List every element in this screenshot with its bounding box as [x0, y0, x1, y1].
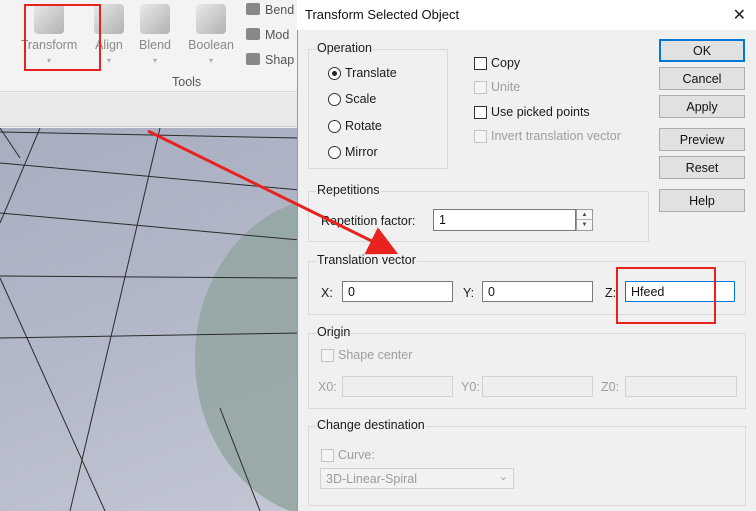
modify-icon [246, 28, 260, 40]
translation-x-input[interactable] [342, 281, 453, 302]
radio-mirror-label: Mirror [345, 145, 378, 159]
origin-group-title: Origin [316, 325, 352, 339]
shape-icon [246, 53, 260, 65]
curve-select-value: 3D-Linear-Spiral [326, 472, 418, 486]
y-label: Y: [463, 286, 475, 300]
radio-rotate-label: Rotate [345, 119, 382, 133]
checkbox-icon [321, 448, 334, 462]
bend-icon [246, 3, 260, 15]
repetition-factor-label: Repetition factor: [321, 214, 416, 228]
radio-icon [328, 119, 341, 133]
radio-translate-label: Translate [345, 66, 397, 80]
chevron-down-icon: ▾ [208, 56, 213, 65]
shape-center-checkbox[interactable]: Shape center [321, 348, 412, 362]
3d-viewport[interactable] [0, 128, 300, 511]
checkbox-icon [474, 105, 487, 119]
modify-tool[interactable]: Mod [246, 28, 289, 42]
origin-z0-input[interactable] [625, 376, 737, 397]
spin-up-icon[interactable]: ▲ [577, 210, 592, 220]
checkbox-icon [321, 348, 334, 362]
radio-scale[interactable]: Scale [328, 92, 376, 106]
tools-group-label: Tools [172, 75, 202, 89]
boolean-tool[interactable]: Boolean ▾ [181, 0, 241, 75]
blend-tool-label: Blend [139, 38, 171, 52]
preview-button[interactable]: Preview [659, 128, 745, 151]
radio-icon [328, 92, 341, 106]
apply-button[interactable]: Apply [659, 95, 745, 118]
chevron-down-icon: ▾ [152, 56, 157, 65]
radio-rotate[interactable]: Rotate [328, 119, 382, 133]
checkbox-icon [474, 80, 487, 94]
bend-tool-label: Bend [265, 3, 295, 17]
chevron-down-icon: ⌄ [498, 471, 508, 483]
curve-select[interactable]: 3D-Linear-Spiral ⌄ [320, 468, 514, 489]
copy-checkbox[interactable]: Copy [474, 56, 520, 70]
x-label: X: [321, 286, 333, 300]
x0-label: X0: [318, 380, 337, 394]
z0-label: Z0: [601, 380, 620, 394]
boolean-tool-label: Boolean [188, 38, 234, 52]
translation-vector-title: Translation vector [316, 253, 417, 267]
origin-x0-input[interactable] [342, 376, 453, 397]
radio-translate[interactable]: Translate [328, 66, 397, 80]
origin-y0-input[interactable] [482, 376, 593, 397]
checkbox-icon [474, 129, 487, 143]
translation-y-input[interactable] [482, 281, 593, 302]
blend-tool[interactable]: Blend ▾ [125, 0, 185, 75]
blend-icon [140, 4, 170, 34]
checkbox-icon [474, 56, 487, 70]
radio-icon [328, 145, 341, 159]
radio-mirror[interactable]: Mirror [328, 145, 378, 159]
use-picked-points-label: Use picked points [491, 105, 590, 119]
invert-vector-checkbox[interactable]: Invert translation vector [474, 129, 621, 143]
spin-down-icon[interactable]: ▼ [577, 220, 592, 230]
z-label: Z: [605, 286, 617, 300]
radio-selected-icon [328, 66, 341, 80]
bend-tool[interactable]: Bend [246, 3, 294, 17]
repetitions-group-title: Repetitions [316, 183, 381, 197]
change-destination-title: Change destination [316, 418, 426, 432]
repetition-factor-spinner[interactable]: ▲ ▼ [576, 209, 593, 231]
reset-button[interactable]: Reset [659, 156, 745, 179]
unite-checkbox[interactable]: Unite [474, 80, 520, 94]
spiral-shape [195, 202, 300, 511]
radio-scale-label: Scale [345, 92, 377, 106]
copy-label: Copy [491, 56, 521, 70]
toolbar-strip [0, 93, 300, 127]
transform-highlight-box [24, 4, 101, 71]
use-picked-points-checkbox[interactable]: Use picked points [474, 105, 590, 119]
y0-label: Y0: [461, 380, 480, 394]
dialog-title: Transform Selected Object [305, 7, 460, 22]
cancel-button[interactable]: Cancel [659, 67, 745, 90]
invert-vector-label: Invert translation vector [491, 129, 621, 143]
operation-group-title: Operation [316, 41, 373, 55]
repetition-factor-input[interactable] [433, 209, 576, 231]
change-destination-group [308, 426, 746, 506]
curve-checkbox[interactable]: Curve: [321, 448, 375, 462]
shape-center-label: Shape center [338, 348, 413, 362]
shape-tool-label: Shap [265, 53, 295, 67]
dialog-titlebar: Transform Selected Object ✕ [297, 0, 756, 30]
ok-button[interactable]: OK [659, 39, 745, 62]
origin-group [308, 333, 746, 409]
z-field-highlight-box [616, 267, 716, 324]
modify-tool-label: Mod [265, 28, 290, 42]
viewport-geometry [0, 128, 300, 511]
close-icon[interactable]: ✕ [733, 5, 746, 25]
shape-tool[interactable]: Shap [246, 53, 294, 67]
boolean-icon [196, 4, 226, 34]
curve-label: Curve: [338, 448, 375, 462]
help-button[interactable]: Help [659, 189, 745, 212]
unite-label: Unite [491, 80, 521, 94]
